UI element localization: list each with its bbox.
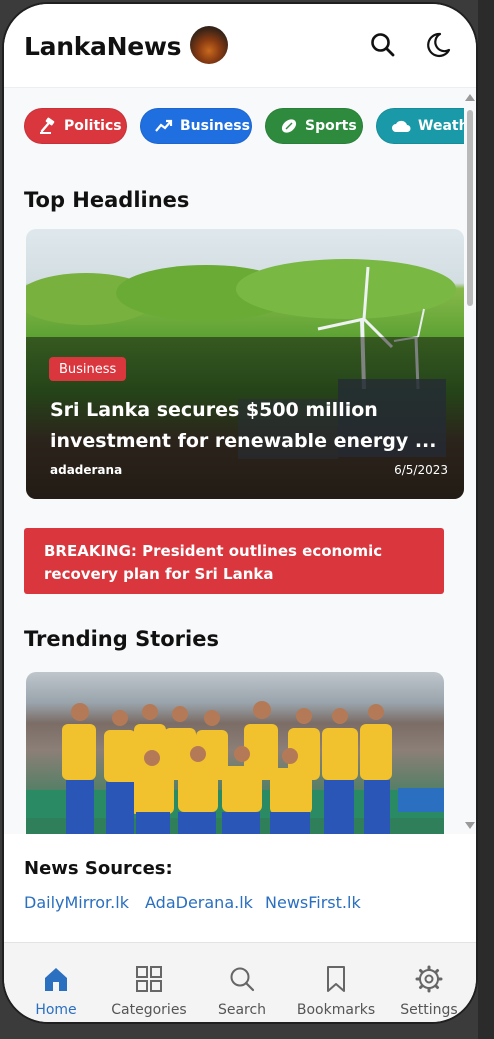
nav-label: Categories [111, 1002, 187, 1018]
source-link-newsfirst[interactable]: NewsFirst.lk [265, 893, 361, 912]
grid-icon [136, 966, 162, 992]
app-logo [190, 26, 228, 64]
app-header: LankaNews [4, 4, 476, 88]
scrollbar-thumb[interactable] [467, 110, 473, 306]
trending-up-icon [155, 119, 173, 132]
phone-screen: LankaNews Politics Business Sports Weat … [2, 2, 478, 1024]
nav-settings[interactable]: Settings [382, 943, 476, 1022]
category-badge: Business [49, 357, 127, 381]
source-link-adaderana[interactable]: AdaDerana.lk [145, 893, 253, 912]
home-icon [45, 968, 67, 991]
news-sources-panel: News Sources: DailyMirror.lk AdaDerana.l… [4, 834, 476, 944]
nav-categories[interactable]: Categories [102, 943, 196, 1022]
headline-date: 6/5/2023 [394, 463, 448, 477]
trending-story-card[interactable] [26, 672, 444, 834]
chip-business[interactable]: Business [140, 108, 252, 144]
cloud-icon [392, 120, 411, 132]
main-content[interactable]: Politics Business Sports Weat Top Headli… [4, 88, 476, 834]
app-title: LankaNews [24, 32, 182, 61]
chip-weather[interactable]: Weather [376, 108, 464, 144]
theme-toggle-button[interactable] [422, 30, 452, 60]
chip-politics[interactable]: Politics [24, 108, 127, 144]
nav-label: Settings [400, 1002, 458, 1018]
chip-label: Weather [418, 118, 464, 134]
search-button[interactable] [368, 30, 398, 60]
chip-label: Politics [64, 118, 122, 134]
category-chips: Politics Business Sports Weat [24, 108, 464, 146]
trending-image [26, 701, 444, 834]
search-icon [371, 33, 395, 57]
nav-home[interactable]: Home [9, 943, 103, 1022]
nav-label: Home [35, 1002, 77, 1018]
nav-bookmarks[interactable]: Bookmarks [289, 943, 383, 1022]
content-scrollbar[interactable] [464, 94, 476, 829]
chip-label: Sports [305, 118, 357, 134]
moon-icon [427, 32, 451, 58]
headline-source: adaderana [50, 463, 123, 477]
top-headlines-heading: Top Headlines [24, 188, 190, 212]
news-sources-heading: News Sources: [24, 858, 173, 879]
headline-card[interactable]: Business Sri Lanka secures $500 million … [26, 229, 464, 499]
breaking-news-banner[interactable]: BREAKING: President outlines economic re… [24, 528, 444, 594]
scroll-up-icon[interactable] [465, 94, 475, 101]
chip-sports[interactable]: Sports [265, 108, 363, 144]
chip-label: Business [180, 118, 250, 134]
device-bezel [478, 0, 494, 1039]
nav-search[interactable]: Search [195, 943, 289, 1022]
bookmark-icon [327, 966, 345, 992]
gear-icon [415, 965, 443, 993]
nav-label: Search [217, 1002, 267, 1018]
trending-stories-heading: Trending Stories [24, 627, 219, 651]
scroll-down-icon[interactable] [465, 822, 475, 829]
bottom-navigation: Home Categories Search Bookmarks Setting… [4, 942, 476, 1022]
search-icon [230, 967, 255, 992]
headline-title: Sri Lanka secures $500 million investmen… [50, 399, 437, 452]
nav-label: Bookmarks [296, 1002, 376, 1018]
football-icon [281, 119, 297, 133]
gavel-icon [40, 117, 55, 134]
source-link-dailymirror[interactable]: DailyMirror.lk [24, 893, 129, 912]
